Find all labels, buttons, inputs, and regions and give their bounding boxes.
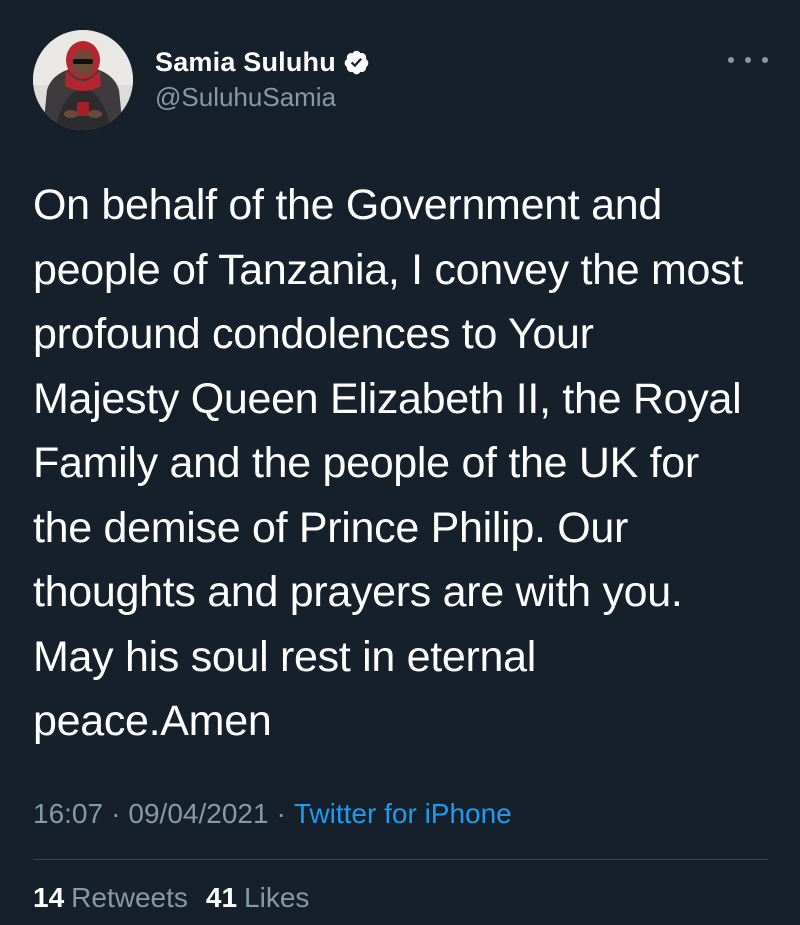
tweet-stats: 14 Retweets 41 Likes — [33, 882, 309, 914]
tweet-metadata: 16:07 · 09/04/2021 · Twitter for iPhone — [33, 798, 512, 830]
retweets-count: 14 — [33, 882, 65, 913]
retweets-stat[interactable]: 14 Retweets — [33, 882, 188, 913]
separator-dot: · — [111, 798, 121, 829]
divider — [33, 859, 768, 860]
verified-badge-icon — [343, 49, 370, 76]
more-dot — [745, 57, 751, 63]
avatar[interactable] — [33, 30, 133, 130]
likes-count: 41 — [205, 882, 238, 913]
likes-stat[interactable]: 41 Likes — [206, 882, 310, 913]
more-dot — [762, 57, 768, 63]
display-name[interactable]: Samia Suluhu — [155, 47, 336, 78]
tweet-date[interactable]: 09/04/2021 — [128, 798, 268, 829]
separator-dot: · — [276, 798, 286, 829]
author-name-row[interactable]: Samia Suluhu — [155, 44, 370, 80]
more-dot — [728, 57, 734, 63]
more-options-icon[interactable] — [728, 48, 768, 72]
tweet-text: On behalf of the Government and people o… — [33, 181, 744, 745]
retweets-label: Retweets — [71, 882, 188, 913]
likes-label: Likes — [244, 882, 310, 913]
avatar-image — [33, 30, 133, 130]
tweet-time[interactable]: 16:07 — [33, 798, 103, 829]
tweet-source-link[interactable]: Twitter for iPhone — [294, 798, 512, 829]
tweet-detail: Samia Suluhu @SuluhuSamia On behalf of t… — [0, 0, 800, 925]
user-handle[interactable]: @SuluhuSamia — [155, 82, 336, 113]
